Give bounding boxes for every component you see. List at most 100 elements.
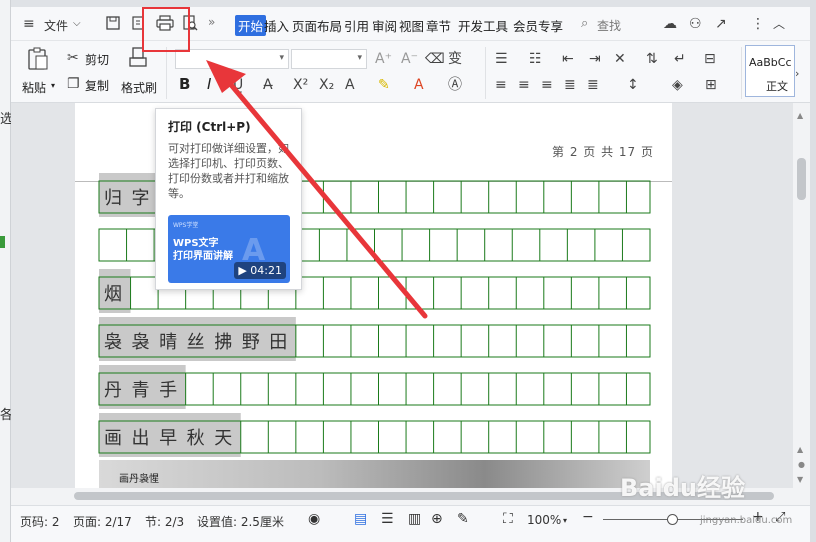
page-view-icon[interactable]: ▤: [354, 511, 367, 527]
align-right-icon[interactable]: ≡: [541, 77, 553, 93]
tooltip-video-card[interactable]: WPS学堂 WPS文字 打印界面讲解 A ▶ 04:21: [168, 215, 290, 283]
font-size-select[interactable]: ▾: [291, 49, 367, 69]
chevron-down-icon[interactable]: ⌵: [73, 16, 81, 32]
status-page[interactable]: 页面: 2/17: [73, 513, 132, 530]
eye-protection-icon[interactable]: ◉: [308, 511, 320, 527]
show-marks-icon[interactable]: ⊟: [704, 51, 716, 67]
tab-member[interactable]: 会员专享: [513, 16, 563, 35]
paste-dropdown-icon[interactable]: ▾: [51, 81, 55, 90]
zoom-out-button[interactable]: −: [582, 509, 594, 525]
zoom-slider-thumb[interactable]: [667, 514, 678, 525]
justify-icon[interactable]: ≣: [564, 77, 576, 93]
status-section[interactable]: 节: 2/3: [145, 513, 184, 530]
italic-button[interactable]: I: [207, 75, 211, 93]
cut-button[interactable]: 剪切: [85, 51, 109, 68]
tab-developer[interactable]: 开发工具: [458, 16, 508, 35]
font-color-icon[interactable]: A: [414, 77, 424, 93]
read-view-icon[interactable]: ▥: [408, 511, 421, 527]
tab-review[interactable]: 审阅: [372, 16, 397, 35]
highlight-icon[interactable]: ✎: [378, 77, 390, 93]
grid-character: 丝: [187, 332, 205, 353]
scroll-up-icon[interactable]: ▲: [797, 111, 803, 120]
increase-indent-icon[interactable]: ⇥: [589, 51, 601, 67]
text-effect-icon[interactable]: A: [345, 77, 355, 93]
grid-character: 晴: [159, 332, 177, 353]
char-border-icon[interactable]: Ⓐ: [448, 77, 462, 93]
bold-button[interactable]: B: [179, 75, 190, 93]
cloud-sync-icon[interactable]: ☁: [663, 16, 677, 32]
more-quick-access[interactable]: »: [208, 15, 215, 29]
line-spacing-icon[interactable]: ↕: [627, 77, 639, 93]
ribbon-separator: [166, 47, 167, 99]
status-page-code[interactable]: 页码: 2: [20, 513, 60, 530]
line-break-icon[interactable]: ↵: [674, 51, 686, 67]
format-painter-button[interactable]: 格式刷: [121, 79, 157, 96]
search-label[interactable]: 查找: [597, 17, 621, 34]
subscript-icon[interactable]: X₂: [319, 77, 334, 93]
video-duration: 04:21: [250, 264, 282, 277]
baidu-watermark-url: jingyan.baidu.com: [700, 515, 793, 526]
sort-icon[interactable]: ⇅: [646, 51, 658, 67]
decrease-indent-icon[interactable]: ⇤: [562, 51, 574, 67]
strikethrough-icon[interactable]: A̶: [263, 77, 273, 93]
video-duration-badge: ▶ 04:21: [234, 262, 286, 279]
tab-references[interactable]: 引用: [344, 16, 369, 35]
align-left-icon[interactable]: ≡: [495, 77, 507, 93]
ribbon-separator: [485, 47, 486, 99]
outline-view-icon[interactable]: ☰: [381, 511, 394, 527]
shading-icon[interactable]: ◈: [672, 77, 683, 93]
browse-object-icon[interactable]: ●: [798, 460, 805, 469]
font-name-select[interactable]: ▾: [175, 49, 289, 69]
document-canvas: 第 2 页 共 17 页 归字烟袅袅晴丝拂野田丹青手画出早秋天 画丹袅惺: [11, 103, 793, 488]
cut-icon[interactable]: ✂: [67, 50, 79, 66]
chevron-down-icon: ▾: [279, 53, 284, 63]
hamburger-menu-icon[interactable]: ≡: [23, 16, 35, 32]
save-icon[interactable]: [105, 15, 121, 35]
tab-chapter[interactable]: 章节: [426, 16, 451, 35]
superscript-icon[interactable]: X²: [293, 77, 308, 93]
web-view-icon[interactable]: ⊕: [431, 511, 443, 527]
clear-format-icon[interactable]: ⌫: [425, 51, 445, 67]
zoom-level[interactable]: 100%: [527, 513, 561, 527]
share-user-icon[interactable]: ⚇: [689, 16, 702, 32]
paste-icon[interactable]: [27, 47, 49, 75]
bullets-icon[interactable]: ☰: [495, 51, 508, 67]
distribute-icon[interactable]: ≣: [587, 77, 599, 93]
paste-button[interactable]: 粘贴: [22, 79, 46, 96]
file-menu[interactable]: 文件: [44, 17, 68, 34]
vertical-scrollbar[interactable]: ▲ ▲ ● ▼: [793, 103, 810, 488]
copy-button[interactable]: 复制: [85, 77, 109, 94]
grid-character: 拂: [214, 332, 232, 353]
chevron-down-icon[interactable]: ▾: [563, 516, 567, 525]
more-options-icon[interactable]: ⋮: [751, 16, 765, 32]
scroll-prev-page-icon[interactable]: ▲: [797, 445, 803, 454]
style-normal[interactable]: AaBbCc 正文: [745, 45, 795, 97]
numbering-icon[interactable]: ☷: [529, 51, 542, 67]
align-center-icon[interactable]: ≡: [518, 77, 530, 93]
vertical-scroll-thumb[interactable]: [797, 158, 806, 200]
wps-writer-window: 选 各 ≡ 文件 ⌵ » 开始 插入 页面布局 引用 审阅 视图 章节 开发工具…: [0, 0, 816, 542]
borders-icon[interactable]: ⊞: [705, 77, 717, 93]
share-arrow-icon[interactable]: ↗: [715, 16, 727, 32]
tab-page-layout[interactable]: 页面布局: [292, 16, 342, 35]
copy-icon[interactable]: ❐: [67, 76, 80, 92]
underline-icon[interactable]: U̲: [233, 77, 243, 93]
grow-font-icon[interactable]: A⁺: [375, 51, 392, 67]
grid-character: 野: [242, 332, 260, 353]
chinese-layout-icon[interactable]: ✕: [614, 51, 626, 67]
search-icon[interactable]: ⌕: [581, 16, 588, 32]
tab-insert[interactable]: 插入: [264, 16, 289, 35]
tooltip-description: 可对打印做详细设置，如选择打印机、打印页数、打印份数或者并打和缩放等。: [168, 142, 289, 200]
status-setting[interactable]: 设置值: 2.5厘米: [197, 513, 284, 530]
collapse-ribbon-icon[interactable]: ︿: [773, 16, 785, 32]
style-name: 正文: [766, 80, 788, 93]
fit-page-icon[interactable]: ⛶: [503, 511, 513, 527]
pinyin-guide-icon[interactable]: 变: [448, 51, 462, 67]
writing-mode-icon[interactable]: ✎: [457, 511, 469, 527]
grid-character: 早: [159, 428, 177, 449]
style-scroll-icon[interactable]: ›: [795, 66, 799, 82]
scroll-next-page-icon[interactable]: ▼: [797, 475, 803, 484]
tab-home[interactable]: 开始: [235, 15, 267, 36]
shrink-font-icon[interactable]: A⁻: [401, 51, 418, 67]
tab-view[interactable]: 视图: [399, 16, 424, 35]
